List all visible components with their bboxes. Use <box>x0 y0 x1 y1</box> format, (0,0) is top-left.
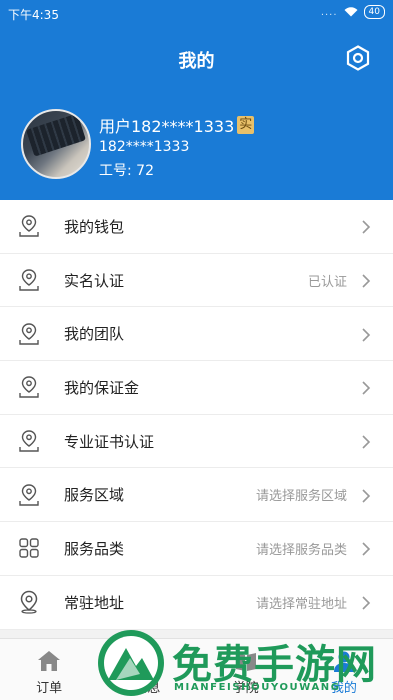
chevron-right-icon <box>360 541 372 557</box>
menu-item-deposit[interactable]: 我的保证金 <box>0 361 393 415</box>
wifi-icon <box>344 7 358 17</box>
tab-orders[interactable]: 订单 <box>0 639 98 700</box>
signal-icon: .... <box>320 6 338 18</box>
menu-item-service-area[interactable]: 服务区域 请选择服务区域 <box>0 468 393 523</box>
grid-icon <box>18 536 40 560</box>
menu-item-label: 专业证书认证 <box>64 432 155 451</box>
chevron-right-icon <box>360 219 372 234</box>
tab-label: 消息 <box>134 681 161 696</box>
chevron-right-icon <box>360 380 372 395</box>
menu-item-label: 实名认证 <box>64 271 125 290</box>
tab-label: 学院 <box>232 681 259 696</box>
location-pin-icon <box>18 483 40 507</box>
status-indicators: .... 40 <box>321 5 385 19</box>
location-pin-icon <box>18 429 40 453</box>
user-name: 用户182****1333 <box>99 117 235 136</box>
location-pin-icon <box>18 322 40 346</box>
chevron-right-icon <box>360 327 372 342</box>
menu-item-label: 我的钱包 <box>64 217 125 236</box>
chevron-right-icon <box>360 488 372 503</box>
menu-item-value: 请选择服务区域 <box>255 489 347 505</box>
menu-item-service-category[interactable]: 服务品类 请选择服务品类 <box>0 522 393 576</box>
book-icon <box>233 649 259 673</box>
menu-item-value: 已认证 <box>307 274 347 290</box>
menu-item-label: 服务区域 <box>64 486 125 505</box>
user-icon <box>331 649 357 673</box>
user-phone: 182****1333 <box>99 139 190 155</box>
location-pin-icon <box>18 214 40 238</box>
user-id: 工号: 72 <box>99 163 154 179</box>
tab-label: 订单 <box>36 681 63 696</box>
chevron-right-icon <box>360 273 372 288</box>
menu-item-label: 常驻地址 <box>64 593 125 612</box>
chevron-right-icon <box>360 434 372 449</box>
menu-item-label: 我的团队 <box>64 325 125 344</box>
verified-badge: 实 <box>237 116 255 134</box>
menu-item-wallet[interactable]: 我的钱包 <box>0 200 393 254</box>
menu-item-team[interactable]: 我的团队 <box>0 307 393 362</box>
tab-label: 我的 <box>330 681 357 696</box>
menu-item-label: 服务品类 <box>64 539 125 558</box>
status-time: 下午4:35 <box>8 8 59 22</box>
user-name-row: 用户182****1333 实 <box>99 113 255 137</box>
settings-icon[interactable] <box>345 45 371 71</box>
avatar[interactable] <box>21 109 91 179</box>
bottom-tab-bar: 订单 消息 学院 我的 <box>0 638 393 700</box>
tab-academy[interactable]: 学院 <box>197 639 295 700</box>
page-title: 我的 <box>178 51 215 72</box>
location-pin-icon <box>18 375 40 399</box>
menu-list: 我的钱包 实名认证 已认证 我的团队 我的保证金 专业证书认证 服务区域 请选择… <box>0 200 393 630</box>
menu-item-real-name[interactable]: 实名认证 已认证 <box>0 254 393 308</box>
menu-item-value: 请选择常驻地址 <box>255 596 347 612</box>
tab-mine[interactable]: 我的 <box>295 639 393 700</box>
home-icon <box>36 649 62 673</box>
message-icon <box>134 649 160 673</box>
menu-item-label: 我的保证金 <box>64 378 140 397</box>
menu-item-certificate[interactable]: 专业证书认证 <box>0 415 393 469</box>
status-bar: 下午4:35 .... 40 <box>0 0 393 28</box>
menu-item-address[interactable]: 常驻地址 请选择常驻地址 <box>0 576 393 630</box>
map-pin-icon <box>18 590 40 614</box>
chevron-right-icon <box>360 595 372 610</box>
tab-messages[interactable]: 消息 <box>98 639 196 700</box>
profile-header: 下午4:35 .... 40 我的 用户182****1333 实 182***… <box>0 0 393 200</box>
location-pin-icon <box>18 268 40 292</box>
menu-item-value: 请选择服务品类 <box>255 542 347 558</box>
battery-icon: 40 <box>363 5 385 19</box>
